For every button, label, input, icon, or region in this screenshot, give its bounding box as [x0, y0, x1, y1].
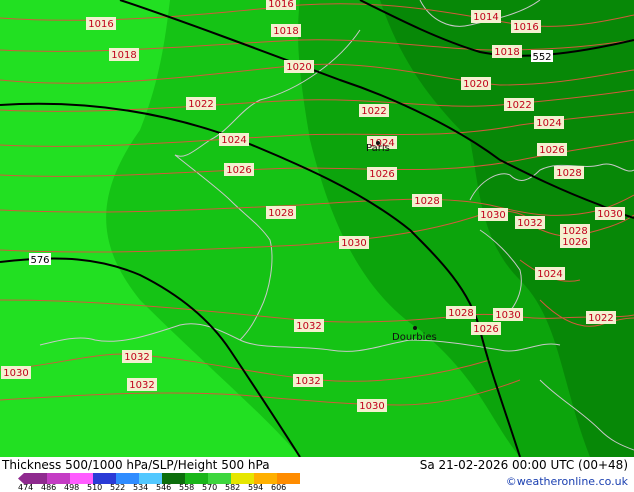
svg-text:1022: 1022	[506, 100, 531, 111]
colorbar-tick-label: 546	[156, 483, 172, 492]
svg-text:Dourbies: Dourbies	[392, 332, 437, 343]
slp-label: 1032	[127, 378, 157, 391]
slp-label: 1024	[219, 133, 249, 146]
slp-label: 1020	[461, 77, 491, 90]
slp-label: 1026	[560, 235, 590, 248]
slp-label: 1016	[86, 17, 116, 30]
svg-text:1030: 1030	[597, 209, 622, 220]
svg-text:1026: 1026	[226, 165, 251, 176]
slp-label: 1030	[339, 236, 369, 249]
svg-text:1024: 1024	[221, 135, 246, 146]
colorbar-tick-label: 474	[18, 483, 34, 492]
colorbar-tick-label: 594	[248, 483, 264, 492]
colorbar-tick-label: 582	[225, 483, 241, 492]
colorbar-tick-label: 498	[64, 483, 80, 492]
slp-label: 1014	[471, 10, 501, 23]
slp-label: 1022	[504, 98, 534, 111]
slp-label: 1030	[357, 399, 387, 412]
colorbar-tick-label: 486	[41, 483, 57, 492]
svg-text:1032: 1032	[517, 218, 542, 229]
slp-label: 1022	[359, 104, 389, 117]
slp-label: 1022	[186, 97, 216, 110]
svg-text:1022: 1022	[361, 106, 386, 117]
svg-text:1014: 1014	[473, 12, 498, 23]
forecast-datetime: Sa 21-02-2026 00:00 UTC (00+48)	[419, 458, 628, 472]
svg-text:1016: 1016	[513, 22, 538, 33]
slp-label: 1018	[109, 48, 139, 61]
svg-text:1024: 1024	[537, 269, 562, 280]
slp-label: 1026	[224, 163, 254, 176]
svg-text:1018: 1018	[111, 50, 136, 61]
slp-label: 1028	[412, 194, 442, 207]
svg-text:1028: 1028	[268, 208, 293, 219]
colorbar-tick-label: 534	[133, 483, 149, 492]
svg-text:1030: 1030	[495, 310, 520, 321]
slp-label: 1024	[535, 267, 565, 280]
slp-label: 1018	[492, 45, 522, 58]
svg-text:1024: 1024	[536, 118, 561, 129]
slp-label: 1030	[478, 208, 508, 221]
svg-text:1016: 1016	[268, 0, 293, 10]
height-label: 552	[531, 50, 553, 63]
svg-text:1030: 1030	[359, 401, 384, 412]
svg-text:1020: 1020	[463, 79, 488, 90]
svg-text:1032: 1032	[296, 321, 321, 332]
slp-label: 1020	[284, 60, 314, 73]
svg-text:1028: 1028	[414, 196, 439, 207]
svg-text:1028: 1028	[448, 308, 473, 319]
slp-label: 1026	[367, 167, 397, 180]
slp-label: 1026	[471, 322, 501, 335]
slp-label: 1022	[586, 311, 616, 324]
colorbar-tick-label: 510	[87, 483, 103, 492]
map-title: Thickness 500/1000 hPa/SLP/Height 500 hP…	[2, 458, 270, 472]
city-paris: Paris	[366, 141, 390, 154]
map-footer: Thickness 500/1000 hPa/SLP/Height 500 hP…	[0, 457, 634, 492]
svg-text:576: 576	[30, 255, 49, 266]
svg-text:1032: 1032	[124, 352, 149, 363]
slp-label: 1028	[446, 306, 476, 319]
height-label: 576	[29, 253, 51, 266]
slp-label: 1016	[511, 20, 541, 33]
svg-text:1030: 1030	[3, 368, 28, 379]
svg-text:1018: 1018	[494, 47, 519, 58]
svg-text:1026: 1026	[369, 169, 394, 180]
slp-label: 1032	[294, 319, 324, 332]
slp-label: 1030	[1, 366, 31, 379]
slp-label: 1030	[493, 308, 523, 321]
svg-text:1022: 1022	[588, 313, 613, 324]
colorbar-tick-label: 522	[110, 483, 126, 492]
svg-text:Paris: Paris	[366, 143, 390, 154]
slp-label: 1028	[266, 206, 296, 219]
svg-text:1020: 1020	[286, 62, 311, 73]
slp-label: 1026	[537, 143, 567, 156]
svg-text:1026: 1026	[539, 145, 564, 156]
slp-label: 1016	[266, 0, 296, 10]
svg-text:1030: 1030	[341, 238, 366, 249]
slp-label: 1032	[515, 216, 545, 229]
colorbar-tick-label: 570	[202, 483, 218, 492]
source-credit[interactable]: ©weatheronline.co.uk	[506, 475, 628, 488]
slp-label: 1018	[271, 24, 301, 37]
svg-text:1032: 1032	[295, 376, 320, 387]
slp-label: 1028	[554, 166, 584, 179]
slp-label: 1030	[595, 207, 625, 220]
svg-text:1028: 1028	[556, 168, 581, 179]
colorbar-tick-label: 606	[271, 483, 287, 492]
svg-text:552: 552	[532, 52, 551, 63]
slp-label: 1024	[534, 116, 564, 129]
slp-label: 1032	[122, 350, 152, 363]
weather-map: 1016 1016 1014 1016 1018 1018 1018 1020 …	[0, 0, 634, 457]
svg-text:1022: 1022	[188, 99, 213, 110]
slp-label: 1032	[293, 374, 323, 387]
svg-text:1018: 1018	[273, 26, 298, 37]
svg-text:1016: 1016	[88, 19, 113, 30]
svg-text:1026: 1026	[473, 324, 498, 335]
svg-text:1032: 1032	[129, 380, 154, 391]
colorbar-tick-label: 558	[179, 483, 195, 492]
svg-text:1026: 1026	[562, 237, 587, 248]
svg-text:1030: 1030	[480, 210, 505, 221]
